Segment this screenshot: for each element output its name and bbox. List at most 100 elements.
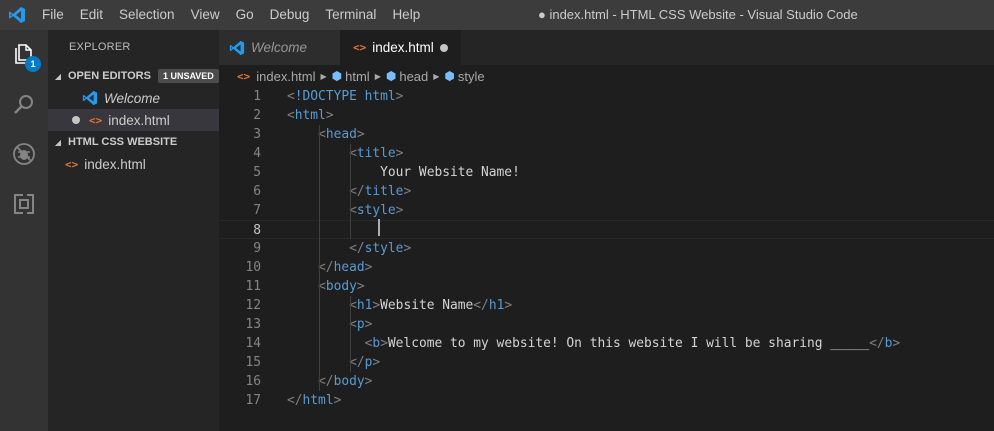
html-file-icon: <>	[65, 157, 79, 171]
line-number: 10	[245, 260, 261, 275]
line-number: 17	[245, 393, 261, 408]
breadcrumb-label: index.html	[256, 68, 316, 84]
explorer-sidebar: EXPLORER ◢ OPEN EDITORS 1 UNSAVED Welcom…	[48, 30, 219, 431]
code-line[interactable]: 7 <style>	[219, 201, 994, 220]
code-text: </head>	[318, 260, 373, 275]
line-number: 13	[245, 317, 261, 332]
code-line[interactable]: 1 <!DOCTYPE html>	[219, 87, 994, 106]
html-file-icon: <>	[353, 41, 367, 54]
menu-help[interactable]: Help	[384, 0, 428, 30]
debug-icon[interactable]	[0, 130, 48, 178]
sidebar-title: EXPLORER	[69, 41, 131, 53]
code-line[interactable]: 4 <title>	[219, 144, 994, 163]
chevron-right-icon: ▶	[320, 71, 327, 81]
chevron-down-icon: ◢	[54, 71, 62, 81]
breadcrumb-item-style[interactable]: ⬢ style	[444, 69, 484, 84]
code-line[interactable]: 17 </html>	[219, 391, 994, 410]
menu-terminal[interactable]: Terminal	[317, 0, 384, 30]
code-line[interactable]: 3 <head>	[219, 125, 994, 144]
line-number: 16	[245, 374, 261, 389]
code-text: </body>	[318, 374, 373, 389]
project-file-index[interactable]: <> index.html	[48, 153, 219, 175]
breadcrumb-item-html[interactable]: ⬢ html	[332, 69, 370, 84]
code-text: Your Website Name!	[287, 165, 520, 180]
line-number: 15	[245, 355, 261, 370]
title-bar: File Edit Selection View Go Debug Terminal Help…	[0, 0, 994, 30]
search-icon[interactable]	[0, 80, 48, 128]
menu-view[interactable]: View	[183, 0, 228, 30]
code-text: <html>	[287, 108, 334, 123]
code-text: <head>	[318, 127, 365, 142]
menu-selection[interactable]: Selection	[111, 0, 183, 30]
html-file-icon: <>	[237, 69, 251, 83]
unsaved-badge: 1 UNSAVED	[157, 69, 219, 83]
chevron-right-icon: ▶	[433, 71, 440, 81]
tab-welcome[interactable]: Welcome	[219, 30, 340, 65]
open-editor-welcome[interactable]: Welcome	[48, 87, 219, 109]
line-number: 12	[245, 298, 261, 313]
line-number: 11	[245, 279, 261, 294]
text-cursor	[378, 219, 380, 236]
project-header[interactable]: ◢ HTML CSS WEBSITE	[48, 131, 219, 153]
unsaved-dot-icon[interactable]	[72, 116, 80, 124]
extensions-icon[interactable]	[0, 180, 48, 228]
code-line[interactable]: 11 <body>	[219, 277, 994, 296]
code-line[interactable]: 2 <html>	[219, 106, 994, 125]
element-icon: ⬢	[331, 69, 343, 83]
open-editor-label: Welcome	[104, 90, 161, 106]
code-line[interactable]: 16 </body>	[219, 372, 994, 391]
unsaved-dot-icon[interactable]	[440, 44, 448, 52]
line-number: 7	[253, 203, 261, 218]
code-text: <!DOCTYPE html>	[287, 89, 404, 104]
explorer-badge: 1	[25, 56, 41, 72]
code-text: </style>	[349, 241, 412, 256]
code-line[interactable]: 14 <b>Welcome to my website! On this web…	[219, 334, 994, 353]
code-line[interactable]: 12 <h1>Website Name</h1>	[219, 296, 994, 315]
breadcrumb-label: head	[399, 68, 429, 84]
vscode-logo-icon	[0, 0, 34, 30]
open-editors-header[interactable]: ◢ OPEN EDITORS 1 UNSAVED	[48, 65, 219, 87]
code-text: <b>Welcome to my website! On this websit…	[364, 336, 901, 351]
code-text: <style>	[349, 203, 404, 218]
code-line[interactable]: 8	[219, 220, 994, 239]
menu-file[interactable]: File	[34, 0, 72, 30]
breadcrumb-item-head[interactable]: ⬢ head	[386, 69, 428, 84]
open-editor-index[interactable]: <> index.html	[48, 109, 219, 131]
menu-edit[interactable]: Edit	[72, 0, 111, 30]
element-icon: ⬢	[444, 69, 455, 83]
code-line[interactable]: 10 </head>	[219, 258, 994, 277]
project-label: HTML CSS WEBSITE	[68, 136, 178, 148]
file-label: index.html	[84, 156, 146, 172]
tab-bar: Welcome <> index.html	[219, 30, 994, 65]
chevron-right-icon: ▶	[374, 71, 381, 81]
menu-go[interactable]: Go	[228, 0, 262, 30]
menu-bar: File Edit Selection View Go Debug Terminal Help	[34, 0, 428, 30]
vscode-logo-icon	[82, 90, 98, 106]
code-line[interactable]: 15 </p>	[219, 353, 994, 372]
code-line[interactable]: 6 </title>	[219, 182, 994, 201]
line-number: 14	[245, 336, 261, 351]
code-line[interactable]: 5 Your Website Name!	[219, 163, 994, 182]
open-editor-label: index.html	[108, 112, 170, 128]
element-icon: ⬢	[385, 69, 397, 83]
vscode-logo-icon	[229, 40, 245, 56]
window-title: ● index.html - HTML CSS Website - Visual…	[538, 7, 858, 22]
indent-guide	[350, 144, 351, 239]
tab-index-html[interactable]: <> index.html	[340, 30, 461, 65]
breadcrumb-item-file[interactable]: <> index.html	[237, 69, 316, 84]
code-line[interactable]: 9 </style>	[219, 239, 994, 258]
breadcrumb-label: html	[345, 68, 370, 84]
code-line[interactable]: 13 <p>	[219, 315, 994, 334]
code-text: <title>	[349, 146, 404, 161]
code-editor[interactable]: 17 </html> 16 </body> 15 </p> 14 <b>Welcome …	[219, 87, 994, 431]
code-text: <h1>Website Name</h1>	[349, 298, 513, 313]
chevron-down-icon: ◢	[54, 137, 62, 147]
line-number: 2	[253, 108, 261, 123]
tab-label: index.html	[372, 40, 434, 55]
line-number: 6	[253, 184, 261, 199]
explorer-icon[interactable]: 1	[0, 30, 48, 78]
menu-debug[interactable]: Debug	[262, 0, 318, 30]
line-number: 3	[253, 127, 261, 142]
code-text: <p>	[349, 317, 373, 332]
code-text: </p>	[349, 355, 381, 370]
